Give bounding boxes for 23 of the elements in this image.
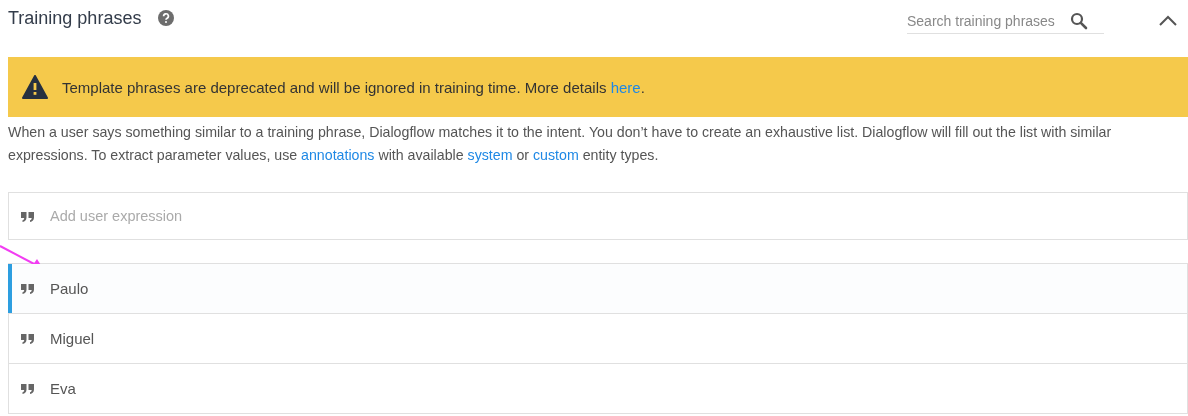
quote-icon <box>21 333 34 344</box>
doc-link[interactable]: annotations <box>301 147 375 163</box>
quote-icon <box>21 283 34 294</box>
help-icon[interactable] <box>158 10 175 26</box>
quote-icon <box>21 212 34 222</box>
doc-link[interactable]: custom <box>532 147 579 163</box>
section-title: Training phrases <box>8 7 142 29</box>
details-link[interactable]: here <box>610 78 641 96</box>
phrase-row[interactable]: Miguel <box>8 314 1188 364</box>
phrase-row[interactable]: Eva <box>8 364 1188 414</box>
warning-icon <box>22 75 48 99</box>
phrase-text: Eva <box>50 380 76 397</box>
search-field[interactable]: Search training phrases <box>907 12 1104 34</box>
expression-input-field[interactable]: Add user expression <box>8 192 1188 240</box>
collapse-icon[interactable] <box>1158 15 1178 27</box>
phrase-text: Miguel <box>50 330 95 347</box>
warning-message: Template phrases are deprecated and will be ignored in training time. More details here. <box>62 78 645 96</box>
phrase-row[interactable]: Paulo <box>8 264 1188 314</box>
description-text: When a user says something similar to a training phrase, Dialogflow matches it to the intent. You don’t have to create an exhaustive list. Dialogflow will fill out the list with similar expressions. To extract parameter values, use annotations with available system or custom entity types. <box>8 123 1113 165</box>
phrase-text: Paulo <box>50 280 89 297</box>
doc-link[interactable]: system <box>467 147 513 163</box>
quote-icon <box>21 383 34 394</box>
search-icon <box>1070 12 1088 30</box>
